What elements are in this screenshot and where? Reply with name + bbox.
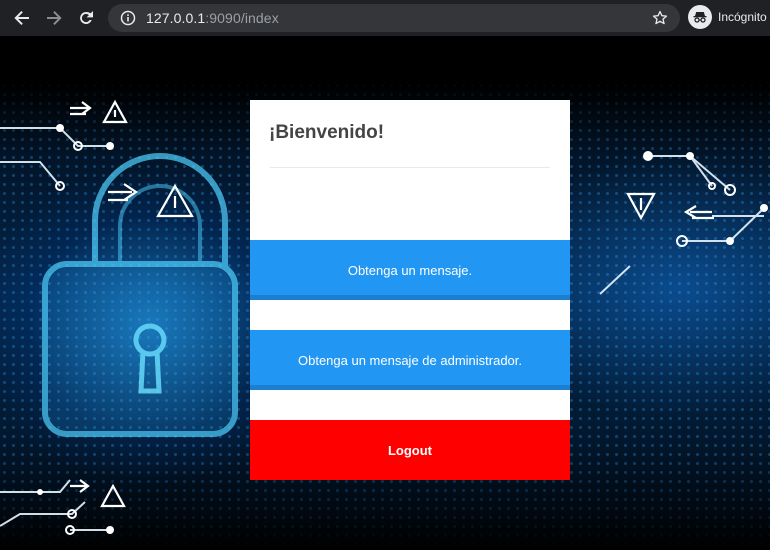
page-title: ¡Bienvenido! <box>269 122 385 143</box>
right-arrow-icons <box>626 192 714 221</box>
get-message-button[interactable]: Obtenga un mensaje. <box>250 240 570 300</box>
right-circuit-rings <box>676 182 736 247</box>
card-divider <box>270 167 550 168</box>
url-text: 127.0.0.1:9090/index <box>146 10 279 26</box>
right-circuit-nodes <box>643 151 768 245</box>
reload-button[interactable] <box>72 4 100 32</box>
forward-button[interactable] <box>40 4 68 32</box>
back-button[interactable] <box>8 4 36 32</box>
browser-toolbar: 127.0.0.1:9090/index Incógnito <box>0 0 770 36</box>
star-icon[interactable] <box>652 10 668 26</box>
incognito-indicator[interactable]: Incógnito <box>688 5 767 29</box>
right-circuit-lines <box>599 155 765 295</box>
reload-icon <box>80 11 93 24</box>
forward-arrow-icon <box>47 11 62 25</box>
get-admin-message-button[interactable]: Obtenga un mensaje de administrador. <box>250 330 570 390</box>
address-bar[interactable]: 127.0.0.1:9090/index <box>108 4 680 32</box>
incognito-label: Incógnito <box>718 10 767 24</box>
logout-button[interactable]: Logout <box>250 420 570 480</box>
back-arrow-icon <box>14 11 29 25</box>
info-icon[interactable] <box>120 10 136 26</box>
incognito-icon <box>688 5 712 29</box>
welcome-card: ¡Bienvenido! Obtenga un mensaje. Obtenga… <box>250 100 570 480</box>
page-background: ¡Bienvenido! Obtenga un mensaje. Obtenga… <box>0 36 770 550</box>
